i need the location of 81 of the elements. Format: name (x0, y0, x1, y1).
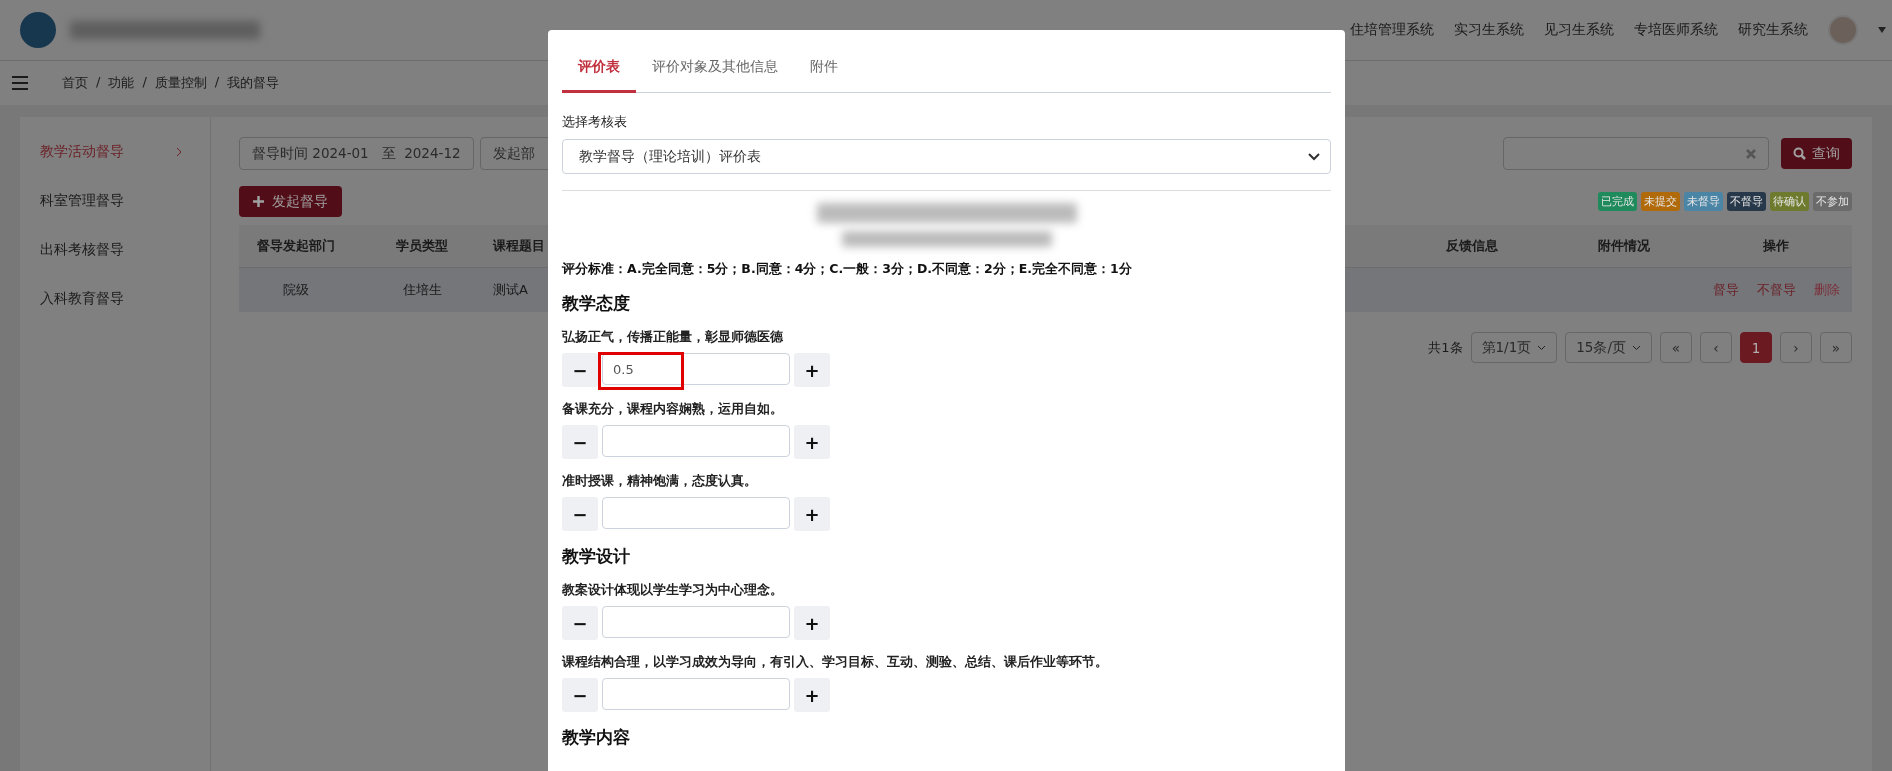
score-input[interactable] (602, 497, 790, 529)
chevron-down-icon (1537, 344, 1547, 351)
status-badge: 未督导 (1684, 192, 1723, 211)
question-label: 备课充分，课程内容娴熟，运用自如。 (562, 401, 784, 418)
nav-link[interactable]: 研究生系统 (1738, 21, 1808, 39)
column-header: 督导发起部门 (239, 225, 353, 268)
table-cell: 住培生 (353, 267, 491, 312)
search-field[interactable] (1503, 137, 1769, 170)
score-input[interactable] (602, 606, 790, 638)
page-button[interactable]: « (1660, 332, 1692, 363)
page-select[interactable]: 第1/1页 (1470, 332, 1558, 363)
breadcrumb-separator: / (142, 74, 147, 91)
table-cell: 院级 (239, 267, 353, 312)
sidebar-item[interactable]: 教学活动督导 (20, 127, 210, 176)
tab[interactable]: 附件 (794, 44, 854, 93)
increment-button[interactable]: + (794, 606, 830, 640)
column-header: 反馈信息 (1396, 225, 1548, 268)
clear-icon[interactable] (1746, 148, 1756, 159)
chevron-icon (176, 146, 182, 157)
plus-icon (253, 196, 264, 207)
nav-link[interactable]: 专培医师系统 (1634, 21, 1718, 39)
question-label: 准时授课，精神饱满，态度认真。 (562, 473, 758, 490)
status-badge: 未提交 (1641, 192, 1680, 211)
form-select[interactable]: 教学督导（理论培训）评价表 (562, 139, 1331, 174)
score-input[interactable] (602, 678, 790, 710)
question-label: 课程结构合理，以学习成效为导向，有引入、学习目标、互动、测验、总结、课后作业等环节。 (562, 654, 1109, 671)
tab[interactable]: 评价对象及其他信息 (636, 44, 794, 93)
tab[interactable]: 评价表 (562, 44, 636, 93)
score-input[interactable] (602, 425, 790, 457)
chevron-down-icon (1632, 344, 1641, 351)
section-heading: 教学内容 (562, 726, 631, 749)
column-header: 附件情况 (1548, 225, 1700, 268)
column-header: 操作 (1700, 225, 1852, 268)
chevron-down-icon (1308, 152, 1320, 161)
date-range-field[interactable]: 督导时间 2024-01 至 2024-12 (239, 137, 474, 170)
status-badge: 待确认 (1770, 192, 1809, 211)
breadcrumb-link[interactable]: 功能 (108, 74, 135, 92)
breadcrumb-link[interactable]: 我的督导 (227, 74, 280, 92)
start-supervision-button[interactable]: 发起督导 (239, 186, 342, 217)
breadcrumb-separator: / (96, 74, 101, 91)
increment-button[interactable]: + (794, 678, 830, 712)
sidebar-item[interactable]: 科室管理督导 (20, 176, 210, 225)
question-label: 弘扬正气，传播正能量，彰显师德医德 (562, 329, 784, 346)
breadcrumb-separator: / (214, 74, 220, 91)
increment-button[interactable]: + (794, 425, 830, 459)
decrement-button[interactable]: − (562, 425, 598, 459)
caret-icon[interactable] (1878, 27, 1886, 33)
avatar-icon[interactable] (1828, 15, 1858, 45)
sidebar-item[interactable]: 出科考核督导 (20, 225, 210, 274)
breadcrumb-link[interactable]: 首页 (62, 74, 88, 92)
status-badge: 不参加 (1813, 192, 1852, 211)
score-input[interactable]: 0.5 (602, 353, 790, 385)
total-count: 共1条 (1428, 338, 1463, 357)
menu-icon[interactable] (12, 76, 28, 90)
field-label: 选择考核表 (562, 113, 628, 131)
action-link[interactable]: 不督导 (1756, 281, 1796, 299)
status-badge: 已完成 (1598, 192, 1637, 211)
nav-link[interactable]: 见习生系统 (1544, 21, 1614, 39)
logo-icon (20, 12, 56, 48)
sidebar-item[interactable]: 入科教育督导 (20, 274, 210, 323)
page-button[interactable]: › (1780, 332, 1812, 363)
breadcrumb-link[interactable]: 质量控制 (154, 74, 207, 92)
increment-button[interactable]: + (794, 497, 830, 531)
decrement-button[interactable]: − (562, 353, 598, 387)
section-heading: 教学设计 (562, 545, 631, 568)
page-size-select[interactable]: 15条/页 (1565, 332, 1652, 363)
page-button[interactable]: 1 (1740, 332, 1772, 363)
decrement-button[interactable]: − (562, 606, 598, 640)
decrement-button[interactable]: − (562, 497, 598, 531)
column-header: 学员类型 (353, 225, 491, 268)
search-button[interactable]: 查询 (1781, 138, 1852, 169)
status-badge: 不督导 (1727, 192, 1766, 211)
question-label: 教案设计体现以学生学习为中心理念。 (562, 582, 784, 599)
increment-button[interactable]: + (794, 353, 830, 387)
search-icon (1793, 147, 1806, 160)
nav-link[interactable]: 住培管理系统 (1350, 21, 1434, 39)
page-button[interactable]: ‹ (1700, 332, 1732, 363)
nav-link[interactable]: 实习生系统 (1454, 21, 1524, 39)
decrement-button[interactable]: − (562, 678, 598, 712)
action-link[interactable]: 督导 (1712, 281, 1739, 299)
page-button[interactable]: » (1820, 332, 1852, 363)
